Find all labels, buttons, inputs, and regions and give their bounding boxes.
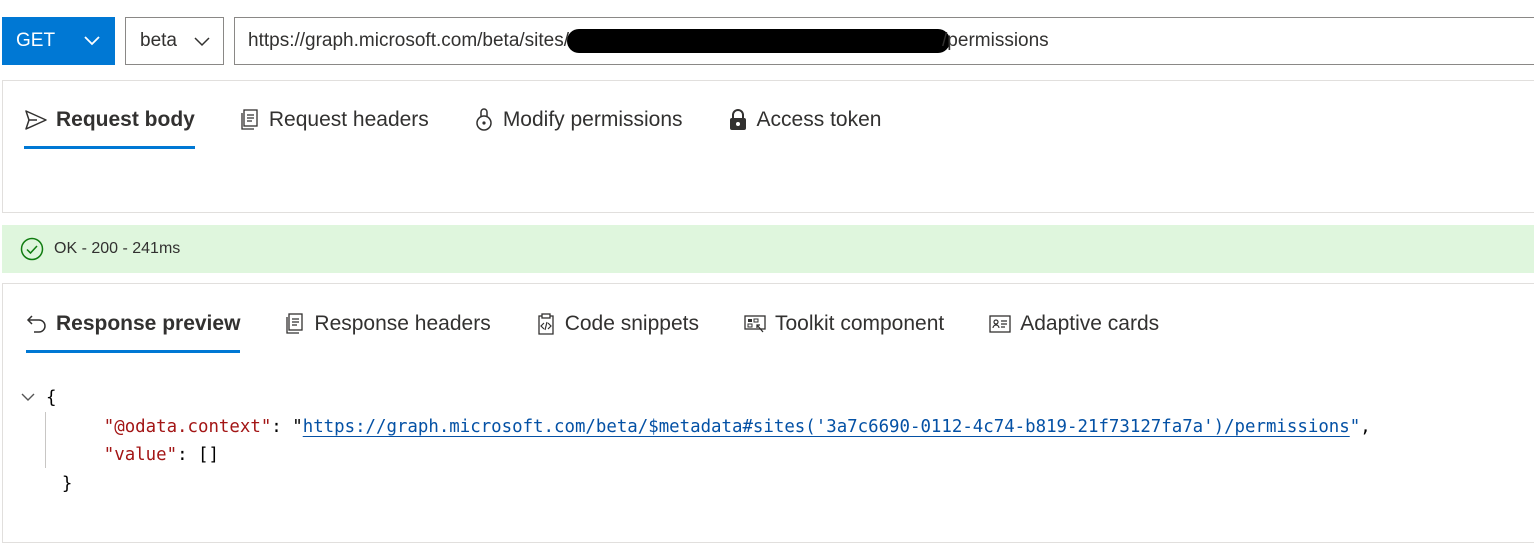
tab-modify-permissions[interactable]: Modify permissions [473,108,683,132]
send-icon [25,110,47,130]
headers-icon [241,109,258,130]
tab-label: Request body [56,108,195,131]
tab-response-headers[interactable]: Response headers [284,312,491,336]
lock-icon [729,109,746,130]
version-dropdown[interactable]: beta [125,17,224,65]
toolkit-icon [744,315,766,333]
tab-label: Adaptive cards [1020,312,1160,335]
tab-label: Response preview [56,312,241,335]
json-key-value: "value" [103,445,178,465]
request-panel [2,80,1534,213]
tab-label: Response headers [314,312,491,335]
url-prefix: https://graph.microsoft.com/beta/sites/ [248,30,570,51]
json-key-context: "@odata.context" [103,416,272,437]
check-circle-icon [20,237,44,261]
tab-adaptive-cards[interactable]: Adaptive cards [988,312,1159,336]
url-suffix: /permissions [942,30,1049,51]
tab-response-preview[interactable]: Response preview [26,312,241,353]
status-text: OK - 200 - 241ms [54,240,181,257]
json-value-array: [] [198,445,219,465]
tab-label: Code snippets [564,312,699,335]
tab-label: Request headers [268,108,429,131]
http-method-label: GET [16,30,56,51]
chevron-down-icon [84,36,100,46]
status-bar: OK - 200 - 241ms [2,225,1534,273]
tab-request-headers[interactable]: Request headers [239,108,429,132]
tab-label: Modify permissions [502,108,683,131]
tab-code-snippets[interactable]: Code snippets [535,312,699,336]
json-context-link[interactable]: https://graph.microsoft.com/beta/$metada… [303,417,1350,437]
card-icon [989,315,1011,333]
request-url-input[interactable]: https://graph.microsoft.com/beta/sites/ /… [234,17,1534,65]
tab-toolkit-component[interactable]: Toolkit component [743,312,944,336]
redacted-site-id [567,29,951,53]
tab-access-token[interactable]: Access token [727,108,882,132]
request-tabs: Request body Request headers Modify perm… [24,108,925,149]
version-label: beta [140,30,177,51]
headers-icon [286,313,304,334]
chevron-down-icon [194,37,210,47]
response-tabs: Response preview Response headers Code s… [26,312,1203,353]
http-method-dropdown[interactable]: GET [2,17,115,65]
undo-arrow-icon [26,315,46,333]
tab-label: Access token [756,108,882,131]
permissions-icon [476,108,492,131]
tab-label: Toolkit component [774,312,945,335]
tab-request-body[interactable]: Request body [24,108,195,149]
json-open-brace: { [46,388,57,408]
code-clipboard-icon [538,313,554,335]
json-close-brace: } [61,473,73,494]
json-viewer: { "@odata.context": "https://graph.micro… [20,384,1371,498]
